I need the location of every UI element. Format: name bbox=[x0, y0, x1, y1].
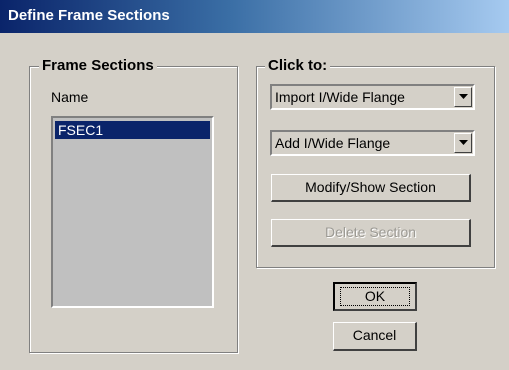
name-label: Name bbox=[51, 89, 89, 105]
frame-sections-list[interactable]: FSEC1 bbox=[51, 116, 214, 308]
add-section-dropdown[interactable]: Add I/Wide Flange bbox=[270, 130, 475, 156]
import-dropdown-button[interactable] bbox=[454, 87, 472, 107]
add-dropdown-value: Add I/Wide Flange bbox=[275, 135, 391, 151]
modify-show-section-button[interactable]: Modify/Show Section bbox=[271, 174, 471, 202]
import-section-dropdown[interactable]: Import I/Wide Flange bbox=[270, 84, 475, 110]
cancel-button[interactable]: Cancel bbox=[333, 322, 417, 351]
chevron-down-icon bbox=[459, 94, 468, 99]
frame-sections-legend: Frame Sections bbox=[39, 57, 157, 74]
focus-indicator bbox=[340, 287, 410, 306]
window-title: Define Frame Sections bbox=[8, 7, 170, 24]
chevron-down-icon bbox=[459, 140, 468, 145]
ok-button[interactable]: OK bbox=[333, 282, 417, 311]
list-item[interactable]: FSEC1 bbox=[55, 121, 210, 139]
import-dropdown-value: Import I/Wide Flange bbox=[275, 89, 405, 105]
title-bar[interactable]: Define Frame Sections bbox=[0, 0, 509, 33]
list-item-label: FSEC1 bbox=[58, 122, 104, 138]
add-dropdown-button[interactable] bbox=[454, 133, 472, 153]
delete-section-button[interactable]: Delete Section bbox=[271, 219, 471, 247]
click-to-legend: Click to: bbox=[265, 57, 331, 74]
